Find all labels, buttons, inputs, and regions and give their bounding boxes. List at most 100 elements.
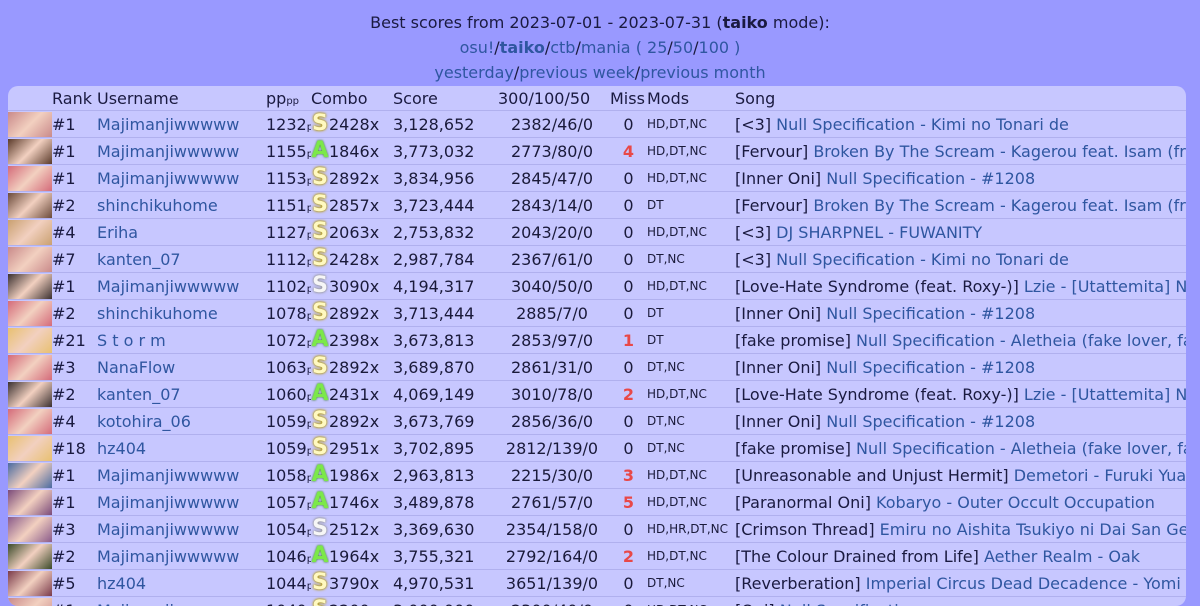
avatar[interactable]	[8, 544, 52, 569]
rank-cell: #2	[52, 543, 97, 570]
song-link[interactable]: Imperial Circus Dead Decadence - Yomi yo…	[866, 574, 1186, 593]
username-link[interactable]: Majimanjiwwwww	[97, 543, 266, 570]
avatar[interactable]	[8, 517, 52, 542]
avatar[interactable]	[8, 193, 52, 218]
grade-icon: S	[312, 597, 328, 606]
avatar[interactable]	[8, 274, 52, 299]
pp-cell: 1063pp	[266, 354, 311, 381]
avatar[interactable]	[8, 571, 52, 596]
mode-link-taiko[interactable]: taiko	[500, 38, 545, 57]
accuracy-cell: 2773/80/0	[494, 138, 610, 165]
song-link[interactable]: Null Specification - Aletheia (fake love…	[856, 439, 1186, 458]
song-link[interactable]: Aether Realm - Oak	[984, 547, 1140, 566]
grade-icon: S	[312, 219, 328, 244]
avatar[interactable]	[8, 139, 52, 164]
song-link[interactable]: Demetori - Furuki Yuanxian	[1014, 466, 1186, 485]
username-link[interactable]: Majimanjiwwwww	[97, 489, 266, 516]
accuracy-cell: 2861/31/0	[494, 354, 610, 381]
song-cell: [Love-Hate Syndrome (feat. Roxy-)] Lzie …	[735, 381, 1186, 408]
song-link[interactable]: Kobaryo - Outer Occult Occupation	[876, 493, 1155, 512]
username-link[interactable]: Majimanjiwwwww	[97, 111, 266, 138]
period-link-yesterday[interactable]: yesterday	[434, 63, 514, 82]
combo-cell: 2857x	[329, 192, 393, 219]
period-link-previous-month[interactable]: previous month	[640, 63, 765, 82]
accuracy-cell: 2382/46/0	[494, 111, 610, 138]
mode-link-ctb[interactable]: ctb	[550, 38, 575, 57]
score-cell: 3,723,444	[393, 192, 494, 219]
username-link[interactable]: S t o r m	[97, 327, 266, 354]
username-link[interactable]: Majimanjiwwwww	[97, 516, 266, 543]
song-link[interactable]: Null Specification - #1208	[826, 358, 1035, 377]
song-link[interactable]: Null Specification - #1208	[826, 304, 1035, 323]
combo-cell: 2512x	[329, 516, 393, 543]
username-link[interactable]: kotohira_06	[97, 408, 266, 435]
count-link-25[interactable]: 25	[647, 38, 667, 57]
username-link[interactable]: NanaFlow	[97, 354, 266, 381]
avatar[interactable]	[8, 355, 52, 380]
song-cell: [The Colour Drained from Life] Aether Re…	[735, 543, 1186, 570]
avatar[interactable]	[8, 220, 52, 245]
song-link[interactable]: Emiru no Aishita Tsukiyo ni Dai San Gens…	[880, 520, 1186, 539]
combo-cell: 1746x	[329, 489, 393, 516]
mode-link-osu[interactable]: osu!	[460, 38, 495, 57]
avatar[interactable]	[8, 598, 52, 606]
song-link[interactable]: Lzie - [Utattemita] Nanairo no M	[1024, 385, 1186, 404]
song-link[interactable]: Lzie - [Utattemita] Nanairo no M	[1024, 277, 1186, 296]
username-link[interactable]: Majimanjiwwwww	[97, 273, 266, 300]
period-link-previous-week[interactable]: previous week	[519, 63, 635, 82]
avatar[interactable]	[8, 166, 52, 191]
mods-cell: DT	[647, 192, 735, 219]
avatar[interactable]	[8, 112, 52, 137]
username-link[interactable]: hz404	[97, 570, 266, 597]
song-link[interactable]: Null Specification - Aletheia (fake love…	[856, 331, 1186, 350]
avatar-cell	[8, 300, 52, 327]
avatar-cell	[8, 381, 52, 408]
score-cell: 3,489,878	[393, 489, 494, 516]
count-link-100[interactable]: 100	[699, 38, 730, 57]
username-link[interactable]: kanten_07	[97, 246, 266, 273]
grade-icon: S	[312, 516, 328, 541]
avatar[interactable]	[8, 409, 52, 434]
username-link[interactable]: Majimanjiwwwww	[97, 597, 266, 606]
accuracy-cell: 2300/40/0	[494, 597, 610, 606]
username-link[interactable]: shinchikuhome	[97, 192, 266, 219]
song-link[interactable]: DJ SHARPNEL - FUWANITY	[776, 223, 982, 242]
difficulty-label: [Love-Hate Syndrome (feat. Roxy-)]	[735, 277, 1019, 296]
username-link[interactable]: kanten_07	[97, 381, 266, 408]
accuracy-cell: 2853/97/0	[494, 327, 610, 354]
song-link[interactable]: Null Specification - #1208	[826, 169, 1035, 188]
username-link[interactable]: Majimanjiwwwww	[97, 462, 266, 489]
song-link[interactable]: Null Specification - Kimi no Tonari de	[776, 250, 1069, 269]
mode-link-mania[interactable]: mania	[581, 38, 631, 57]
song-link[interactable]: Null Specification - #1208	[826, 412, 1035, 431]
count-link-50[interactable]: 50	[673, 38, 693, 57]
username-link[interactable]: shinchikuhome	[97, 300, 266, 327]
table-row: #2kanten_071060ppA2431x4,069,1493010/78/…	[8, 381, 1186, 408]
song-cell: [Inner Oni] Null Specification - #1208	[735, 408, 1186, 435]
miss-cell: 0	[610, 597, 647, 606]
avatar[interactable]	[8, 436, 52, 461]
avatar[interactable]	[8, 463, 52, 488]
table-row: #1Majimanjiwwwww1153ppS2892x3,834,956284…	[8, 165, 1186, 192]
avatar[interactable]	[8, 490, 52, 515]
username-link[interactable]: hz404	[97, 435, 266, 462]
avatar[interactable]	[8, 382, 52, 407]
miss-cell: 3	[610, 462, 647, 489]
avatar[interactable]	[8, 301, 52, 326]
username-link[interactable]: Majimanjiwwwww	[97, 138, 266, 165]
username-link[interactable]: Majimanjiwwwww	[97, 165, 266, 192]
song-link[interactable]: Broken By The Scream - Kagerou feat. Isa…	[813, 142, 1186, 161]
avatar[interactable]	[8, 247, 52, 272]
grade-icon: A	[311, 543, 328, 568]
song-link[interactable]: Null Specification - Kimi no Tonari de	[776, 115, 1069, 134]
avatar[interactable]	[8, 328, 52, 353]
rank-cell: #1	[52, 597, 97, 606]
username-link[interactable]: Eriha	[97, 219, 266, 246]
table-row: #2Majimanjiwwwww1046ppA1964x3,755,321279…	[8, 543, 1186, 570]
avatar-cell	[8, 138, 52, 165]
mods-cell: DT	[647, 300, 735, 327]
difficulty-label: [fake promise]	[735, 439, 851, 458]
combo-cell: 2892x	[329, 300, 393, 327]
song-link[interactable]: Null Specification	[780, 601, 919, 606]
song-link[interactable]: Broken By The Scream - Kagerou feat. Isa…	[813, 196, 1186, 215]
